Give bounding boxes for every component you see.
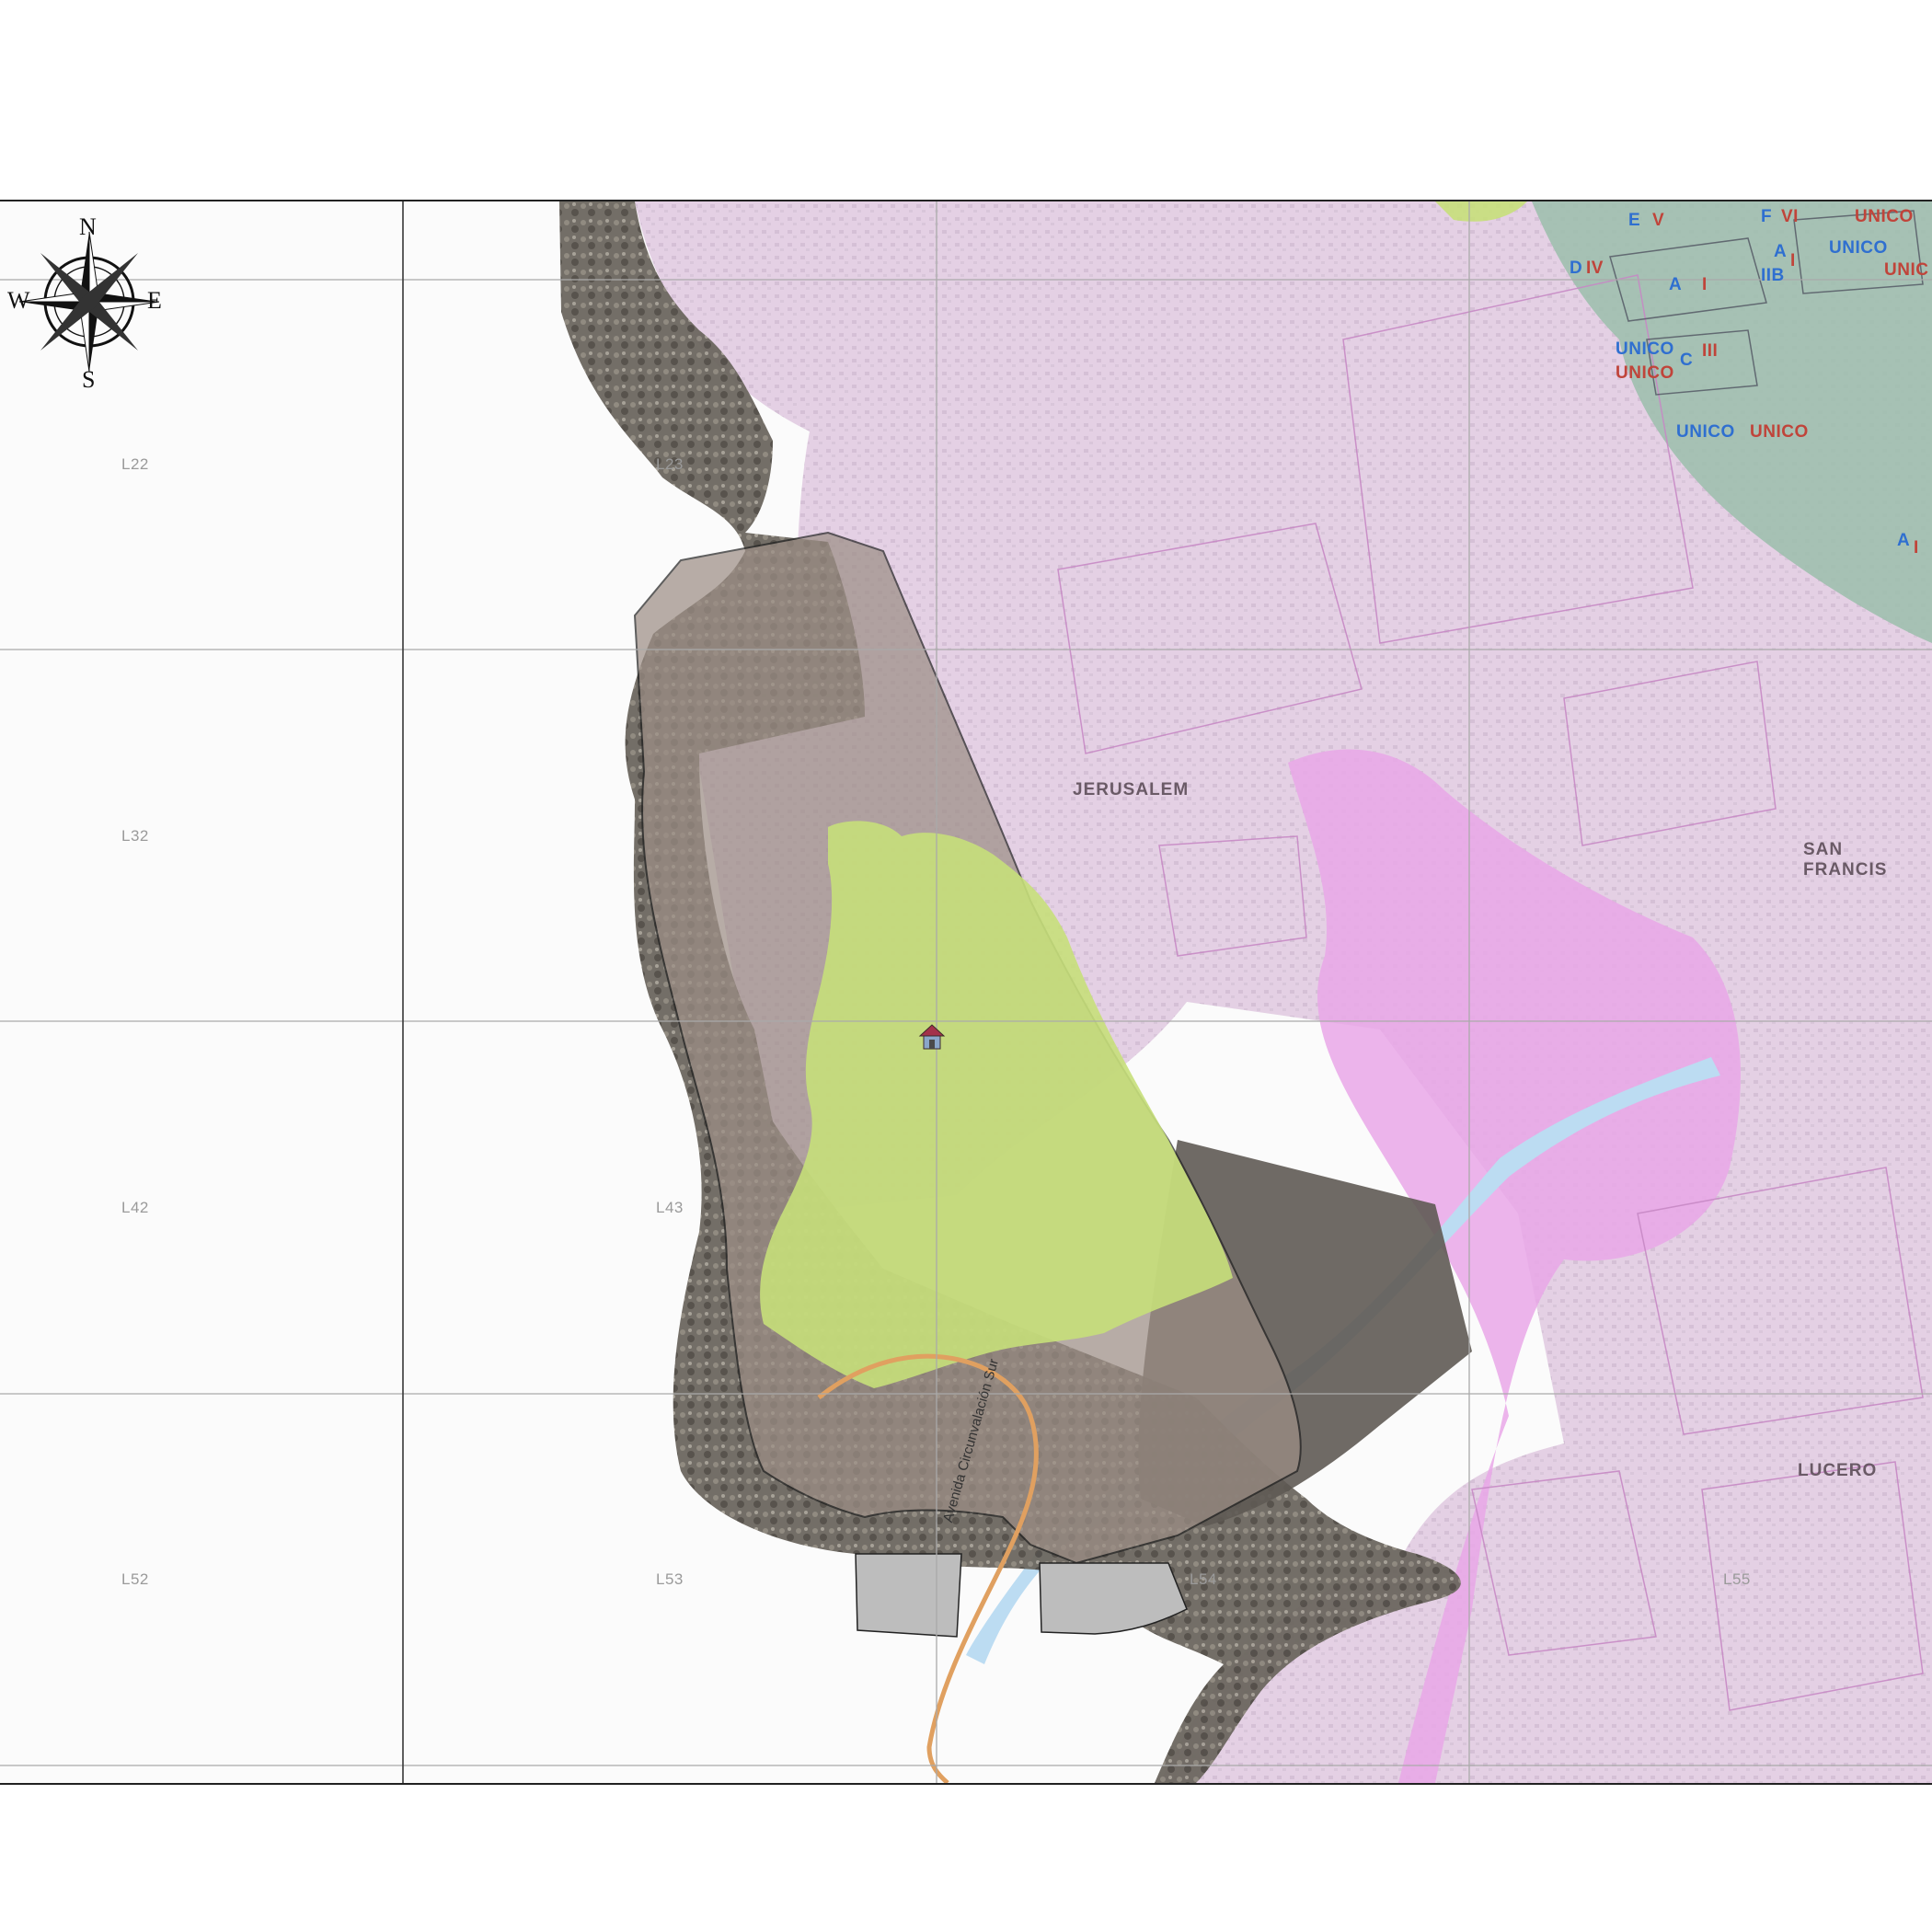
map-canvas[interactable]	[0, 201, 1932, 1783]
compass-south: S	[82, 366, 96, 393]
zone-label: A	[1897, 531, 1911, 550]
zone-label: VI	[1781, 207, 1799, 226]
grid-label-l43: L43	[656, 1199, 684, 1216]
place-label-lucero: LUCERO	[1798, 1461, 1878, 1480]
grid-label-l53: L53	[656, 1570, 684, 1588]
zone-label: I	[1702, 275, 1708, 294]
zone-label: IIB	[1761, 266, 1785, 285]
zone-label: C	[1680, 351, 1694, 370]
grid-label-l55: L55	[1723, 1570, 1751, 1588]
zone-label: D	[1570, 259, 1583, 278]
zone-label: V	[1652, 211, 1665, 230]
zone-label: IV	[1586, 259, 1604, 278]
compass-rose-icon: N S W E	[0, 213, 175, 397]
map-frame[interactable]: L22 L23 L32 L42 L43 L52 L53 L54 L55 JERU…	[0, 200, 1932, 1785]
grid-label-l23: L23	[656, 455, 684, 473]
zone-label: UNICO	[1855, 207, 1914, 226]
zone-label: UNICO	[1676, 422, 1735, 442]
zone-label: F	[1761, 207, 1773, 226]
zone-label: UNICO	[1616, 339, 1674, 359]
grid-label-l52: L52	[121, 1570, 149, 1588]
grid-label-l32: L32	[121, 827, 149, 845]
grid-label-l42: L42	[121, 1199, 149, 1216]
zone-label: III	[1702, 341, 1719, 361]
zone-label: E	[1628, 211, 1641, 230]
hut-icon[interactable]	[916, 1021, 948, 1052]
zone-label: UNICO	[1616, 363, 1674, 383]
zone-label: UNICO	[1750, 422, 1809, 442]
zone-label: A	[1774, 242, 1788, 261]
compass-west: W	[7, 287, 30, 314]
place-label-san-francisco: SAN FRANCIS	[1803, 840, 1888, 880]
gray-parcel-left	[855, 1553, 962, 1638]
zone-label: I	[1914, 538, 1919, 558]
compass-east: E	[147, 287, 162, 314]
zone-label: UNIC	[1884, 260, 1929, 280]
compass-north: N	[79, 213, 97, 240]
zone-label: UNICO	[1829, 238, 1888, 258]
place-label-jerusalem: JERUSALEM	[1073, 780, 1190, 799]
grid-label-l54: L54	[1190, 1570, 1217, 1588]
zone-label: I	[1790, 251, 1796, 270]
zone-label: A	[1669, 275, 1683, 294]
grid-label-l22: L22	[121, 455, 149, 473]
